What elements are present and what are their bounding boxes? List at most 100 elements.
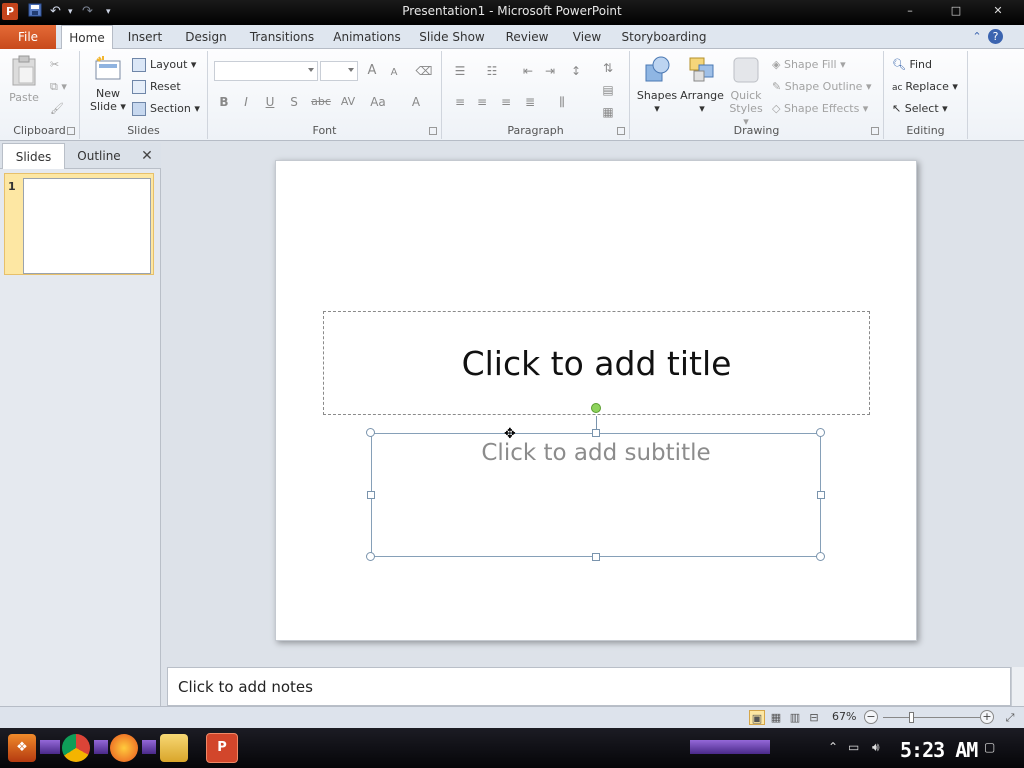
align-text-icon[interactable]: ▤ bbox=[598, 81, 618, 99]
shape-outline-button[interactable]: ✎ Shape Outline ▾ bbox=[772, 77, 872, 97]
layout-button[interactable]: Layout ▾ bbox=[132, 55, 196, 75]
network-icon[interactable]: ▭ bbox=[848, 740, 859, 754]
bullets-icon[interactable]: ☰ bbox=[450, 62, 470, 80]
cut-icon[interactable]: ✂ bbox=[50, 55, 59, 75]
zoom-slider-track[interactable] bbox=[883, 717, 980, 718]
close-button[interactable]: ✕ bbox=[984, 4, 1012, 20]
numbering-icon[interactable]: ☷ bbox=[482, 62, 502, 80]
tab-review[interactable]: Review bbox=[501, 25, 553, 49]
tab-slides[interactable]: Slides bbox=[2, 143, 65, 169]
tab-slide-show[interactable]: Slide Show bbox=[416, 25, 488, 49]
replace-button[interactable]: ac Replace ▾ bbox=[892, 77, 958, 97]
zoom-level[interactable]: 67% bbox=[832, 710, 856, 723]
section-button[interactable]: Section ▾ bbox=[132, 99, 200, 119]
smartart-icon[interactable]: ▦ bbox=[598, 103, 618, 121]
zoom-out-button[interactable]: − bbox=[864, 710, 878, 724]
maximize-button[interactable]: □ bbox=[942, 4, 970, 20]
columns-icon[interactable]: ⫼ bbox=[552, 93, 572, 111]
resize-handle-bottom-left[interactable] bbox=[366, 552, 375, 561]
reading-view-icon[interactable]: ▥ bbox=[787, 710, 803, 725]
help-icon[interactable]: ? bbox=[988, 29, 1003, 44]
reset-button[interactable]: Reset bbox=[132, 77, 181, 97]
tab-file[interactable]: File bbox=[0, 25, 56, 49]
align-right-icon[interactable]: ≡ bbox=[496, 93, 516, 111]
rotation-handle[interactable] bbox=[591, 403, 601, 413]
arrange-button[interactable]: Arrange ▾ bbox=[680, 55, 724, 115]
drawing-launcher-icon[interactable] bbox=[871, 127, 879, 135]
resize-handle-top-right[interactable] bbox=[816, 428, 825, 437]
slide-show-view-icon[interactable]: ⊟ bbox=[806, 710, 822, 725]
close-pane-icon[interactable]: ✕ bbox=[139, 147, 155, 165]
start-button-icon[interactable]: ❖ bbox=[8, 734, 36, 762]
tab-design[interactable]: Design bbox=[180, 25, 232, 49]
firefox-icon[interactable] bbox=[110, 734, 138, 762]
font-name-combo[interactable] bbox=[214, 61, 318, 81]
font-launcher-icon[interactable] bbox=[429, 127, 437, 135]
format-painter-icon[interactable]: 🖌 bbox=[50, 99, 64, 119]
subtitle-placeholder[interactable]: Click to add subtitle bbox=[371, 433, 821, 557]
notes-scrollbar[interactable] bbox=[1011, 667, 1024, 706]
resize-handle-bottom-right[interactable] bbox=[816, 552, 825, 561]
tab-insert[interactable]: Insert bbox=[120, 25, 170, 49]
resize-handle-bottom[interactable] bbox=[592, 553, 600, 561]
character-spacing-button[interactable]: AV bbox=[336, 93, 360, 111]
line-spacing-icon[interactable]: ↕ bbox=[566, 62, 586, 80]
copy-icon[interactable]: ⧉ ▾ bbox=[50, 77, 67, 97]
notes-pane[interactable]: Click to add notes bbox=[167, 667, 1011, 706]
resize-handle-top[interactable] bbox=[592, 429, 600, 437]
resize-handle-right[interactable] bbox=[817, 491, 825, 499]
powerpoint-taskbar-icon[interactable]: P bbox=[206, 733, 238, 763]
paragraph-launcher-icon[interactable] bbox=[617, 127, 625, 135]
tab-storyboarding[interactable]: Storyboarding bbox=[620, 25, 708, 49]
file-explorer-icon[interactable] bbox=[160, 734, 188, 762]
slide-canvas[interactable]: Click to add title Click to add subtitle… bbox=[275, 160, 917, 641]
find-button[interactable]: 🔍︎ Find bbox=[892, 55, 932, 75]
slide-sorter-view-icon[interactable]: ▦ bbox=[768, 710, 784, 725]
collapse-ribbon-icon[interactable]: ⌃ bbox=[968, 29, 986, 45]
select-button[interactable]: ↖ Select ▾ bbox=[892, 99, 948, 119]
tab-animations[interactable]: Animations bbox=[331, 25, 403, 49]
resize-handle-top-left[interactable] bbox=[366, 428, 375, 437]
shrink-font-icon[interactable]: A bbox=[384, 64, 404, 82]
italic-button[interactable]: I bbox=[236, 93, 256, 111]
tab-transitions[interactable]: Transitions bbox=[244, 25, 320, 49]
tab-view[interactable]: View bbox=[566, 25, 608, 49]
quick-styles-button[interactable]: Quick Styles ▾ bbox=[726, 55, 766, 128]
tab-outline[interactable]: Outline bbox=[68, 143, 130, 169]
underline-button[interactable]: U bbox=[260, 93, 280, 111]
clipboard-launcher-icon[interactable] bbox=[67, 127, 75, 135]
text-direction-icon[interactable]: ⇅ bbox=[598, 59, 618, 77]
slide-editing-area[interactable]: Click to add title Click to add subtitle… bbox=[167, 141, 1024, 661]
clear-formatting-icon[interactable]: ⌫ bbox=[414, 62, 434, 80]
zoom-slider-thumb[interactable] bbox=[909, 712, 914, 723]
minimize-button[interactable]: – bbox=[896, 4, 924, 20]
slide-thumbnail-selected[interactable]: 1 bbox=[4, 173, 154, 275]
decrease-indent-icon[interactable]: ⇤ bbox=[518, 62, 538, 80]
text-shadow-button[interactable]: S bbox=[284, 93, 304, 111]
change-case-button[interactable]: Aa bbox=[366, 93, 390, 111]
align-center-icon[interactable]: ≡ bbox=[472, 93, 492, 111]
paste-button[interactable]: Paste bbox=[6, 55, 42, 104]
resize-handle-left[interactable] bbox=[367, 491, 375, 499]
font-size-combo[interactable] bbox=[320, 61, 358, 81]
grow-font-icon[interactable]: A bbox=[362, 62, 382, 80]
new-slide-button[interactable]: New Slide ▾ bbox=[88, 55, 128, 113]
increase-indent-icon[interactable]: ⇥ bbox=[540, 62, 560, 80]
shapes-button[interactable]: Shapes ▾ bbox=[636, 55, 678, 115]
notifications-icon[interactable]: ▢ bbox=[984, 740, 995, 754]
align-left-icon[interactable]: ≡ bbox=[450, 93, 470, 111]
strikethrough-button[interactable]: abc bbox=[308, 93, 334, 111]
justify-icon[interactable]: ≣ bbox=[520, 93, 540, 111]
shape-effects-button[interactable]: ◇ Shape Effects ▾ bbox=[772, 99, 868, 119]
title-placeholder[interactable]: Click to add title bbox=[323, 311, 870, 415]
zoom-in-button[interactable]: + bbox=[980, 710, 994, 724]
chrome-icon[interactable] bbox=[62, 734, 90, 762]
normal-view-icon[interactable]: ▣ bbox=[749, 710, 765, 725]
show-hidden-icons-icon[interactable]: ⌃ bbox=[828, 740, 838, 754]
shape-fill-button[interactable]: ◈ Shape Fill ▾ bbox=[772, 55, 846, 75]
slide-thumbnail[interactable] bbox=[23, 178, 151, 274]
volume-icon[interactable]: 🔊︎ bbox=[872, 740, 880, 755]
tab-home[interactable]: Home bbox=[61, 25, 113, 50]
fit-to-window-icon[interactable]: ⤢ bbox=[1002, 710, 1018, 725]
taskbar-clock[interactable]: 5:23 AM bbox=[900, 738, 978, 762]
